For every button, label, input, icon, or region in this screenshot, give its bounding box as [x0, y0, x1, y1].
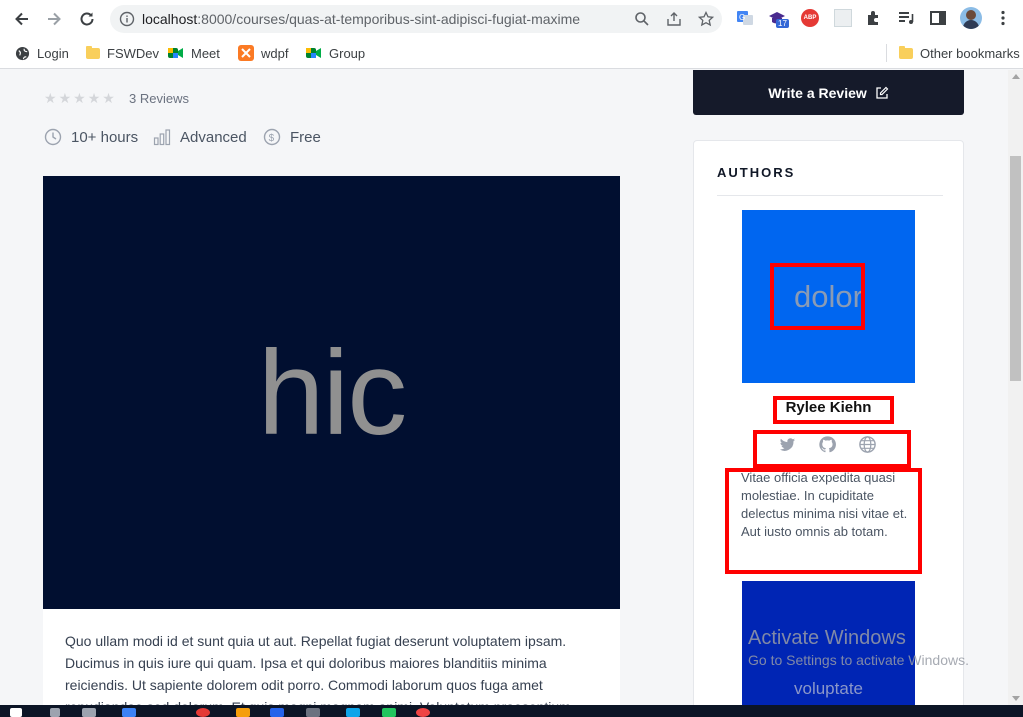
globe-bookmark-icon: [15, 46, 30, 60]
level-meta: Advanced: [153, 128, 247, 146]
puzzle-icon[interactable]: [865, 9, 883, 27]
star-bookmark-icon[interactable]: [698, 11, 714, 27]
address-bar[interactable]: localhost:8000/courses/quas-at-temporibu…: [110, 5, 722, 33]
watermark-subtitle: Go to Settings to activate Windows.: [748, 652, 969, 668]
taskbar-app-icon[interactable]: [122, 708, 136, 717]
graduation-extension-icon[interactable]: 17: [768, 9, 789, 28]
folder-icon: [86, 45, 100, 59]
info-icon[interactable]: [119, 11, 135, 27]
bookmark-other[interactable]: Other bookmarks: [899, 44, 1020, 62]
star-icon: ★: [44, 90, 57, 106]
duration-meta: 10+ hours: [44, 128, 138, 146]
url-text: localhost:8000/courses/quas-at-temporibu…: [142, 11, 581, 27]
translate-icon[interactable]: G: [736, 9, 754, 27]
scroll-up-icon[interactable]: [1012, 74, 1020, 79]
thumbnail-text: hic: [257, 325, 407, 460]
course-page: ★ ★ ★ ★ ★ 3 Reviews 10+ hours Advanced $…: [0, 70, 1008, 705]
sidebar-icon[interactable]: [929, 9, 947, 27]
price-text: Free: [290, 128, 321, 146]
taskbar-app-icon[interactable]: [236, 708, 250, 717]
course-description: Quo ullam modi id et sunt quia ut aut. R…: [43, 609, 620, 705]
extension-badge: 17: [776, 19, 789, 28]
adblock-icon[interactable]: ABP: [801, 9, 819, 27]
taskbar-app-icon[interactable]: [270, 708, 284, 717]
star-icon: ★: [87, 90, 101, 106]
star-icon: ★: [73, 90, 86, 106]
duration-text: 10+ hours: [71, 128, 139, 146]
taskbar-app-icon[interactable]: [306, 708, 320, 717]
highlight-box-avatar-text: [770, 263, 865, 330]
write-review-button[interactable]: Write a Review: [693, 70, 964, 115]
bookmark-fswdev[interactable]: FSWDev: [86, 44, 159, 62]
activation-watermark: Activate Windows Go to Settings to activ…: [748, 627, 969, 668]
taskbar-app-icon[interactable]: [382, 708, 396, 717]
back-icon[interactable]: [11, 8, 33, 30]
media-icon[interactable]: [897, 9, 915, 27]
task-view-icon[interactable]: [82, 708, 96, 717]
star-icon: ★: [58, 90, 72, 106]
share-icon[interactable]: [666, 11, 682, 27]
highlight-box-socials: [753, 430, 911, 468]
scroll-down-icon[interactable]: [1012, 696, 1020, 701]
folder-icon: [899, 45, 913, 59]
edit-icon: [876, 86, 889, 99]
menu-icon[interactable]: [994, 9, 1012, 27]
write-review-label: Write a Review: [768, 84, 867, 101]
dollar-icon: $: [263, 128, 281, 146]
price-meta: $ Free: [263, 128, 321, 146]
rating-stars: ★ ★ ★ ★ ★: [44, 90, 115, 106]
windows-start-icon[interactable]: [10, 708, 22, 717]
grid-extension-icon[interactable]: [834, 9, 852, 27]
bookmarks-divider: [886, 44, 887, 62]
xampp-icon: [238, 45, 254, 61]
svg-text:$: $: [269, 133, 275, 144]
divider: [717, 195, 943, 196]
bookmark-meet[interactable]: Meet: [168, 44, 220, 62]
forward-icon[interactable]: [43, 8, 65, 30]
search-icon[interactable]: [50, 708, 60, 717]
browser-toolbar: localhost:8000/courses/quas-at-temporibu…: [0, 0, 1023, 38]
bookmark-login[interactable]: Login: [15, 44, 69, 62]
windows-taskbar: [0, 705, 1023, 717]
course-thumbnail: hic: [43, 176, 620, 609]
avatar-text-2: voluptate: [794, 679, 863, 698]
highlight-box-author-name: [773, 396, 894, 424]
meet-icon: [306, 48, 321, 58]
authors-heading: AUTHORS: [717, 165, 796, 180]
page-scrollbar[interactable]: [1008, 70, 1023, 705]
star-icon: ★: [102, 90, 115, 106]
clock-icon: [44, 128, 62, 146]
taskbar-app-icon[interactable]: [346, 708, 360, 717]
profile-avatar[interactable]: [960, 7, 982, 29]
taskbar-app-icon[interactable]: [416, 708, 430, 717]
watermark-title: Activate Windows: [748, 627, 906, 649]
reload-icon[interactable]: [76, 8, 98, 30]
scroll-thumb[interactable]: [1010, 156, 1021, 381]
bookmark-wdpf[interactable]: wdpf: [238, 44, 288, 62]
reviews-count[interactable]: 3 Reviews: [129, 91, 189, 106]
bookmarks-bar: Login FSWDev Meet wdpf Group Other bookm…: [0, 38, 1023, 69]
bookmark-group[interactable]: Group: [306, 44, 365, 62]
highlight-box-bio: [725, 468, 922, 574]
bar-chart-icon: [153, 129, 171, 146]
meet-icon: [168, 48, 183, 58]
zoom-icon[interactable]: [634, 11, 650, 27]
taskbar-app-icon[interactable]: [196, 708, 210, 717]
level-text: Advanced: [180, 128, 247, 146]
svg-text:G: G: [739, 13, 745, 22]
